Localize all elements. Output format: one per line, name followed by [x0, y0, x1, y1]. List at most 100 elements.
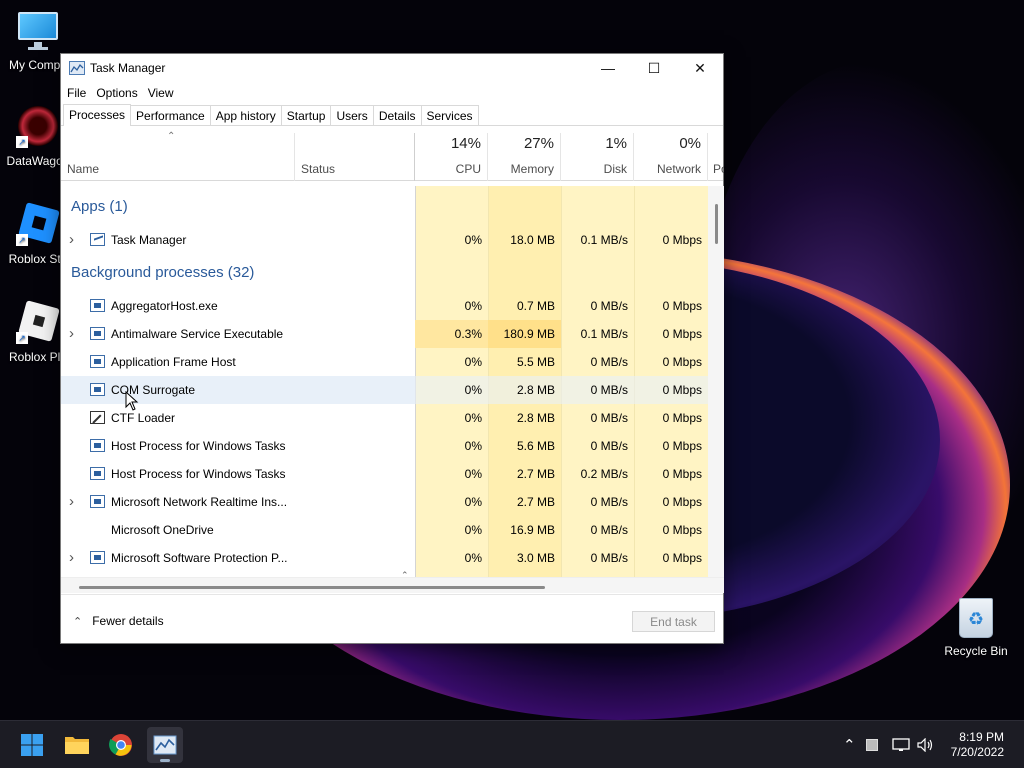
vertical-scroll-thumb[interactable]: [715, 204, 718, 244]
table-row[interactable]: › Task Manager 0% 18.0 MB 0.1 MB/s 0 Mbps: [61, 226, 708, 254]
process-memory: 0.7 MB: [516, 299, 555, 313]
start-button[interactable]: [14, 727, 50, 763]
taskbar-chrome[interactable]: [103, 727, 139, 763]
column-status[interactable]: Status: [295, 133, 415, 181]
tab-details[interactable]: Details: [372, 105, 422, 125]
minimize-icon: —: [601, 60, 615, 76]
table-row[interactable]: Microsoft OneDrive 0% 16.9 MB 0 MB/s 0 Mbps: [61, 516, 708, 544]
group-header-background: Background processes (32): [61, 259, 708, 287]
network-total: 0%: [679, 135, 701, 152]
file-explorer-icon: [65, 737, 89, 754]
column-disk[interactable]: 1% Disk: [561, 133, 634, 181]
fewer-details-button[interactable]: ⌃ Fewer details: [73, 614, 164, 628]
table-row[interactable]: CTF Loader 0% 2.8 MB 0 MB/s 0 Mbps: [61, 404, 708, 432]
expand-chevron-icon[interactable]: ›: [69, 226, 74, 254]
desktop-icon-recycle-bin[interactable]: Recycle Bin: [938, 598, 1014, 658]
table-row[interactable]: Host Process for Windows Tasks 0% 5.6 MB 0 …: [61, 432, 708, 460]
process-memory: 3.0 MB: [516, 551, 555, 565]
show-hidden-icons-button[interactable]: ⌃: [843, 721, 856, 768]
taskbar-task-manager[interactable]: [147, 727, 183, 763]
app-window-icon: [90, 467, 105, 480]
end-task-button[interactable]: End task: [632, 611, 715, 632]
tab-strip: Processes Performance App history Startu…: [61, 104, 723, 126]
process-disk: 0.1 MB/s: [580, 233, 628, 247]
blank-icon: [90, 523, 105, 536]
title-bar[interactable]: Task Manager — ☐ ✕: [61, 54, 723, 82]
pen-icon: [90, 411, 105, 424]
recycle-bin-label: Recycle Bin: [944, 644, 1008, 658]
process-cpu: 0%: [464, 383, 482, 397]
table-row[interactable]: Application Frame Host 0% 5.5 MB 0 MB/s 0 Mb…: [61, 348, 708, 376]
process-disk: 0 MB/s: [590, 495, 628, 509]
process-cpu: 0%: [464, 467, 482, 481]
app-window-icon: [90, 299, 105, 312]
expand-chevron-icon[interactable]: ›: [69, 544, 74, 572]
column-cpu[interactable]: 14% CPU: [415, 133, 488, 181]
column-power[interactable]: Po: [708, 133, 724, 181]
column-disk-label: Disk: [603, 162, 627, 176]
taskbar-file-explorer[interactable]: [59, 727, 95, 763]
tab-performance[interactable]: Performance: [130, 105, 211, 125]
minimize-button[interactable]: —: [585, 54, 631, 82]
column-name-label: Name: [67, 162, 100, 176]
process-disk: 0 MB/s: [590, 355, 628, 369]
process-disk: 0 MB/s: [590, 551, 628, 565]
column-network-label: Network: [656, 162, 701, 176]
table-row[interactable]: COM Surrogate 0% 2.8 MB 0 MB/s 0 Mbps: [61, 376, 708, 404]
column-name[interactable]: ⌃ Name: [61, 131, 295, 181]
task-manager-icon: [153, 735, 177, 755]
app-window-icon: [90, 551, 105, 564]
menu-view[interactable]: View: [148, 86, 174, 100]
process-name: Antimalware Service Executable: [111, 327, 284, 341]
vertical-scrollbar[interactable]: [708, 186, 724, 577]
process-network: 0 Mbps: [662, 551, 702, 565]
column-memory[interactable]: 27% Memory: [488, 133, 561, 181]
table-row[interactable]: › Microsoft Software Protection P... 0% 3.0…: [61, 544, 708, 572]
tab-users[interactable]: Users: [330, 105, 374, 125]
fewer-details-label: Fewer details: [92, 614, 164, 628]
process-table: Apps (1) Background processes (32) › Task…: [61, 186, 708, 577]
window-title: Task Manager: [90, 61, 166, 75]
tab-services[interactable]: Services: [420, 105, 479, 125]
network-icon: [892, 738, 910, 751]
menu-options[interactable]: Options: [96, 86, 137, 100]
process-name: Application Frame Host: [111, 355, 236, 369]
expand-chevron-icon[interactable]: ›: [69, 320, 74, 348]
task-manager-icon: [90, 233, 105, 246]
expand-chevron-icon[interactable]: ›: [69, 488, 74, 516]
tab-processes[interactable]: Processes: [63, 104, 132, 126]
process-disk: 0.1 MB/s: [580, 327, 628, 341]
menu-file[interactable]: File: [67, 86, 86, 100]
table-row[interactable]: Host Process for Windows Tasks 0% 2.7 MB 0.…: [61, 460, 708, 488]
table-row[interactable]: AggregatorHost.exe 0% 0.7 MB 0 MB/s 0 Mbps: [61, 292, 708, 320]
maximize-button[interactable]: ☐: [631, 54, 677, 82]
table-row[interactable]: › Antimalware Service Executable 0.3% 180.9…: [61, 320, 708, 348]
group-title: Background processes (32): [71, 264, 255, 281]
tray-network-button[interactable]: [892, 721, 910, 768]
horizontal-scroll-thumb[interactable]: [79, 586, 545, 589]
tab-app-history[interactable]: App history: [209, 105, 282, 125]
column-network[interactable]: 0% Network: [634, 133, 708, 181]
tray-volume-button[interactable]: [917, 721, 935, 768]
process-cpu: 0%: [464, 495, 482, 509]
tab-startup[interactable]: Startup: [280, 105, 332, 125]
table-row[interactable]: › Microsoft Network Realtime Ins... 0% 2.7 …: [61, 488, 708, 516]
process-network: 0 Mbps: [662, 495, 702, 509]
chevron-up-icon: ⌃: [401, 570, 409, 580]
mouse-cursor-icon: [125, 391, 139, 411]
app-window-icon: [90, 355, 105, 368]
process-network: 0 Mbps: [662, 233, 702, 247]
app-window-icon: [90, 439, 105, 452]
horizontal-scrollbar[interactable]: ⌃: [61, 570, 724, 593]
process-name: COM Surrogate: [111, 383, 196, 397]
tray-tablet-button[interactable]: [866, 721, 878, 768]
process-name: Task Manager: [111, 233, 187, 247]
column-power-label: Po: [713, 162, 724, 176]
close-button[interactable]: ✕: [677, 54, 723, 82]
roblox-studio-icon: ↗: [16, 202, 60, 248]
column-memory-label: Memory: [510, 162, 554, 176]
process-name: AggregatorHost.exe: [111, 299, 218, 313]
clock-date: 7/20/2022: [950, 745, 1004, 759]
process-memory: 2.8 MB: [516, 411, 555, 425]
taskbar-clock[interactable]: 8:19 PM 7/20/2022: [951, 730, 1004, 760]
